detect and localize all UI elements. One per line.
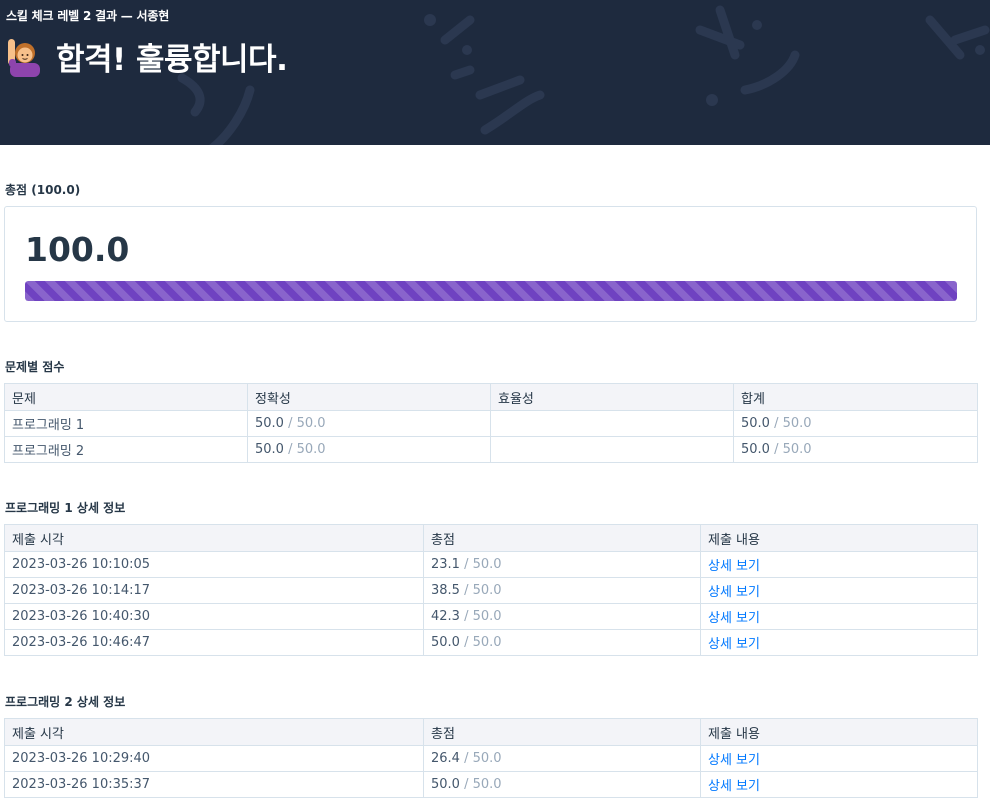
total-score-card: 100.0 [4,206,977,322]
detail1-title: 프로그래밍 1 상세 정보 [5,501,126,515]
accuracy-max: / 50.0 [288,416,326,431]
score-cell: 50.0 / 50.0 [423,629,701,656]
table-row: 2023-03-26 10:35:37 50.0 / 50.0 상세 보기 [4,771,978,798]
column-header-submit-time: 제출 시각 [4,524,424,552]
table-row: 프로그래밍 2 50.0 / 50.0 50.0 / 50.0 [4,436,978,463]
score: 26.4 [431,751,460,766]
detail1-table: 제출 시각 총점 제출 내용 2023-03-26 10:10:05 23.1 … [4,524,978,656]
submit-time: 2023-03-26 10:29:40 [4,745,424,772]
view-detail-link[interactable]: 상세 보기 [708,559,760,574]
content-cell: 상세 보기 [700,771,978,798]
column-header-content: 제출 내용 [700,524,978,552]
content-cell: 상세 보기 [700,629,978,656]
result-subtitle: 스킬 체크 레벨 2 결과 — 서종현 [6,9,170,23]
content-cell: 상세 보기 [700,745,978,772]
accuracy-max: / 50.0 [288,442,326,457]
view-detail-link[interactable]: 상세 보기 [708,753,760,768]
content-cell: 상세 보기 [700,603,978,630]
submit-time: 2023-03-26 10:10:05 [4,551,424,578]
score-cell: 50.0 / 50.0 [423,771,701,798]
problem-name: 프로그래밍 2 [4,436,248,463]
accuracy-cell: 50.0 / 50.0 [247,410,491,437]
column-header-problem: 문제 [4,383,248,411]
submit-time: 2023-03-26 10:46:47 [4,629,424,656]
score-cell: 23.1 / 50.0 [423,551,701,578]
per-problem-table: 문제 정확성 효율성 합계 프로그래밍 1 50.0 / 50.0 50.0 /… [4,383,978,463]
score-max: / 50.0 [464,557,502,572]
score-max: / 50.0 [464,583,502,598]
sum-score: 50.0 [741,442,770,457]
table-row: 2023-03-26 10:14:17 38.5 / 50.0 상세 보기 [4,577,978,604]
submit-time: 2023-03-26 10:35:37 [4,771,424,798]
detail2-table: 제출 시각 총점 제출 내용 2023-03-26 10:29:40 26.4 … [4,718,978,798]
sum-cell: 50.0 / 50.0 [733,410,978,437]
content-cell: 상세 보기 [700,551,978,578]
efficiency-cell [490,410,734,437]
table-header-row: 제출 시각 총점 제출 내용 [4,718,978,746]
score-max: / 50.0 [464,751,502,766]
score-max: / 50.0 [464,777,502,792]
score-cell: 26.4 / 50.0 [423,745,701,772]
score: 23.1 [431,557,460,572]
score-cell: 42.3 / 50.0 [423,603,701,630]
table-header-row: 문제 정확성 효율성 합계 [4,383,978,411]
column-header-submit-time: 제출 시각 [4,718,424,746]
result-title: 합격! 훌륭합니다. [56,42,288,78]
score: 50.0 [431,635,460,650]
score: 38.5 [431,583,460,598]
column-header-total: 총점 [423,718,701,746]
efficiency-cell [490,436,734,463]
table-row: 2023-03-26 10:29:40 26.4 / 50.0 상세 보기 [4,745,978,772]
sum-score: 50.0 [741,416,770,431]
column-header-accuracy: 정확성 [247,383,491,411]
content-cell: 상세 보기 [700,577,978,604]
view-detail-link[interactable]: 상세 보기 [708,611,760,626]
column-header-efficiency: 효율성 [490,383,734,411]
total-score-value: 100.0 [25,230,130,269]
accuracy-cell: 50.0 / 50.0 [247,436,491,463]
detail2-title: 프로그래밍 2 상세 정보 [5,695,126,709]
score: 42.3 [431,609,460,624]
table-row: 2023-03-26 10:46:47 50.0 / 50.0 상세 보기 [4,629,978,656]
problem-name: 프로그래밍 1 [4,410,248,437]
sum-max: / 50.0 [774,442,812,457]
score: 50.0 [431,777,460,792]
view-detail-link[interactable]: 상세 보기 [708,585,760,600]
submit-time: 2023-03-26 10:40:30 [4,603,424,630]
total-score-progress-bar [25,281,957,301]
score-max: / 50.0 [464,609,502,624]
column-header-content: 제출 내용 [700,718,978,746]
view-detail-link[interactable]: 상세 보기 [708,637,760,652]
result-header: 스킬 체크 레벨 2 결과 — 서종현 합격! 훌륭합니다. [0,0,990,145]
accuracy-score: 50.0 [255,442,284,457]
table-row: 2023-03-26 10:40:30 42.3 / 50.0 상세 보기 [4,603,978,630]
sum-cell: 50.0 / 50.0 [733,436,978,463]
score-max: / 50.0 [464,635,502,650]
score-cell: 38.5 / 50.0 [423,577,701,604]
table-header-row: 제출 시각 총점 제출 내용 [4,524,978,552]
person-raising-hand-icon [8,38,40,77]
view-detail-link[interactable]: 상세 보기 [708,779,760,794]
per-problem-title: 문제별 점수 [5,360,65,374]
total-score-title: 총점 (100.0) [5,183,81,197]
column-header-total: 총점 [423,524,701,552]
column-header-sum: 합계 [733,383,978,411]
result-title-row: 합격! 훌륭합니다. [6,34,288,79]
table-row: 프로그래밍 1 50.0 / 50.0 50.0 / 50.0 [4,410,978,437]
total-score-progress-fill [25,281,957,301]
accuracy-score: 50.0 [255,416,284,431]
table-row: 2023-03-26 10:10:05 23.1 / 50.0 상세 보기 [4,551,978,578]
sum-max: / 50.0 [774,416,812,431]
submit-time: 2023-03-26 10:14:17 [4,577,424,604]
